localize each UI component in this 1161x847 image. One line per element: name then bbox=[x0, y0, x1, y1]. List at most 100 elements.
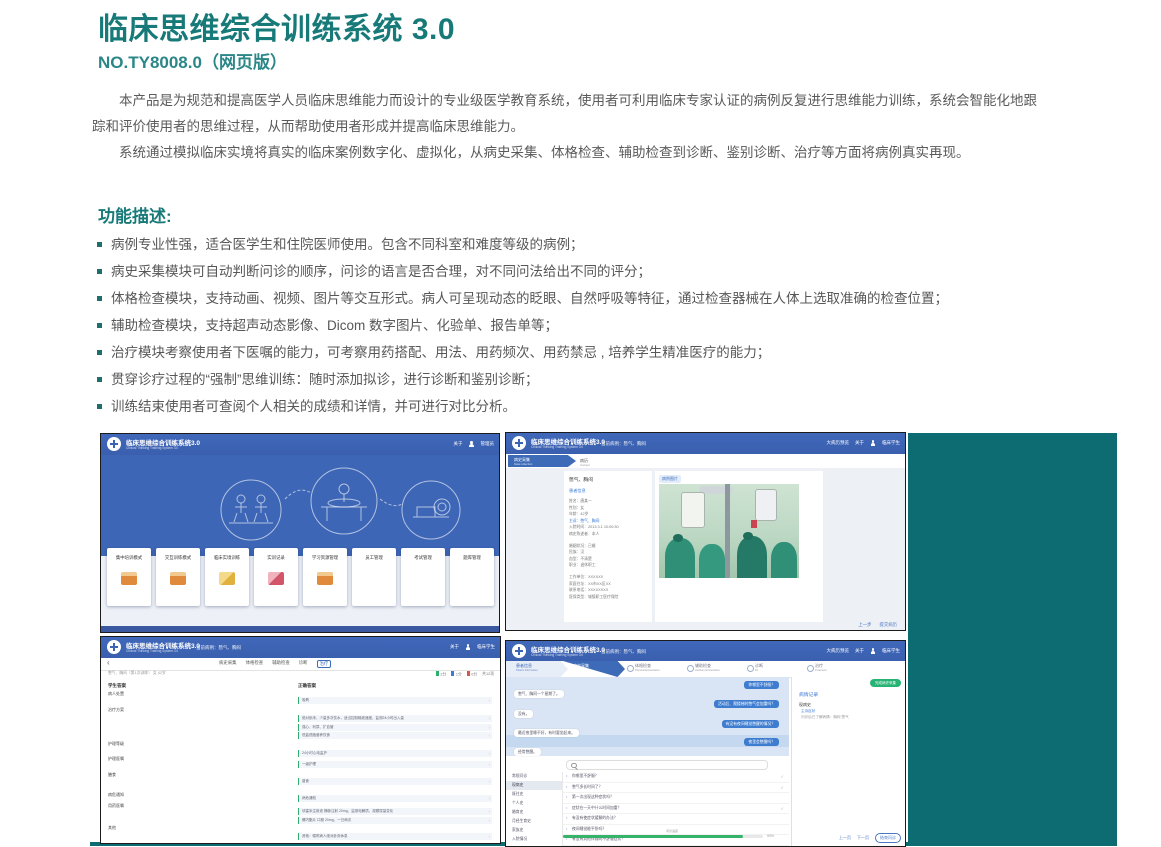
app-header: 临床思维综合训练系统3.0 Clinical Thinking Training… bbox=[101, 434, 499, 455]
answer-category: 治疗方案 bbox=[108, 707, 124, 713]
about-link[interactable]: 关于 bbox=[450, 644, 459, 650]
username[interactable]: 临床学生 bbox=[477, 644, 495, 650]
username[interactable]: 临床学生 bbox=[882, 440, 900, 446]
module-card[interactable]: 集中培训模式 bbox=[107, 548, 151, 606]
question-search-input[interactable] bbox=[566, 760, 768, 770]
breadcrumb-history-taking[interactable]: 病史采集 Data collection bbox=[508, 455, 576, 467]
doctor-bubble: 夜里会憋醒吗？ bbox=[744, 738, 779, 746]
about-link[interactable]: 关于 bbox=[855, 440, 864, 446]
feature-item: 治疗模块考察使用者下医嘱的能力，可考察用药搭配、用法、用药频次、用药禁忌 , 培… bbox=[96, 339, 948, 366]
tab-auxiliary[interactable]: 辅助检查 bbox=[272, 660, 290, 668]
menu-item[interactable]: 婚育史 bbox=[506, 808, 562, 817]
screenshot-dashboard: 临床思维综合训练系统3.0 Clinical Thinking Training… bbox=[100, 433, 500, 633]
end-inquiry-button[interactable]: 结束问诊 bbox=[875, 833, 901, 843]
question-item[interactable]: 憋气多长时间了？✓ bbox=[563, 783, 789, 794]
app-header: 临床思维综合训练系统3.0 Clinical Thinking Training… bbox=[506, 433, 905, 454]
record-item-link[interactable]: 主诉症状 bbox=[801, 709, 815, 714]
username[interactable]: 管理员 bbox=[481, 441, 495, 447]
column-header-student: 学生答案 bbox=[108, 683, 126, 689]
tab-physical[interactable]: 体格检查 bbox=[246, 660, 264, 668]
module-card-label: 员工管理 bbox=[352, 555, 396, 561]
step-history-taking-active[interactable]: 病史采集 History taking bbox=[563, 661, 625, 677]
patient-body: 憋气、胸闷 患者信息 姓名：唐某一 性别：女 年龄：42岁 主诉：憋气、胸闷 入… bbox=[506, 468, 905, 630]
module-card[interactable]: 题库管理 bbox=[450, 548, 494, 606]
answer-row[interactable]: 绝对卧床，少量多次饮水，适当控制输液速度，监测24小时出入量 bbox=[298, 715, 492, 722]
record-preview-link[interactable]: 大病历预览 bbox=[827, 440, 850, 446]
module-card[interactable]: 交互训练模式 bbox=[156, 548, 200, 606]
module-card[interactable]: 考试管理 bbox=[401, 548, 445, 606]
question-item[interactable]: 你哪里不舒服？✓ bbox=[563, 772, 789, 783]
answer-row[interactable]: 低盐低脂营养饮食 bbox=[298, 732, 492, 739]
next-page-button[interactable]: 下一页 bbox=[857, 835, 869, 841]
menu-item[interactable]: 常规问诊 bbox=[506, 772, 562, 781]
menu-item[interactable]: 既往史 bbox=[506, 790, 562, 799]
step-physical-exam[interactable]: 体格检查 Physical Examination bbox=[625, 661, 685, 677]
module-card[interactable]: 学习资源管理 bbox=[303, 548, 347, 606]
question-text: 憋气多长时间了？ bbox=[572, 785, 602, 789]
feature-item: 辅助检查模块，支持超声动态影像、Dicom 数字图片、化验单、报告单等； bbox=[96, 312, 948, 339]
step-treatment[interactable]: 治疗 Treatment bbox=[805, 661, 865, 677]
answer-row[interactable]: 普食 bbox=[298, 778, 492, 785]
feature-item: 病史采集模块可自动判断问诊的顺序，问诊的语言是否合理，对不同问法给出不同的评分； bbox=[96, 258, 948, 285]
question-item[interactable]: 症状在一天中什么时间加重？✓ bbox=[563, 804, 789, 815]
prev-step-button[interactable]: 上一步 bbox=[858, 622, 871, 628]
legend-label: 1分 bbox=[456, 673, 462, 677]
about-link[interactable]: 关于 bbox=[855, 648, 864, 654]
menu-item[interactable]: 家族史 bbox=[506, 826, 562, 835]
menu-item[interactable]: 月经生育史 bbox=[506, 817, 562, 826]
info-line: 年龄：42岁 bbox=[569, 511, 647, 518]
question-item[interactable]: 有没有使症状缓解的办法？ bbox=[563, 814, 789, 825]
user-icon bbox=[870, 440, 876, 446]
menu-item[interactable]: 个人史 bbox=[506, 799, 562, 808]
app-name-en: Clinical Thinking Training System 3.0 bbox=[531, 653, 583, 657]
book-icon bbox=[464, 572, 480, 585]
step-wizard: 患者信息 Patient Information 病史采集 History ta… bbox=[506, 661, 905, 678]
answer-row[interactable]: 螺内酯片 口服 20mg，一日两次 bbox=[298, 817, 492, 824]
score-legend: 2分 1分 0分 共12项 bbox=[436, 671, 494, 678]
patient-info-section[interactable]: 患者信息 bbox=[569, 488, 647, 494]
answer-row[interactable]: 24小时心电监护 bbox=[298, 750, 492, 757]
info-line: 民族：汉 bbox=[569, 549, 647, 556]
menu-item[interactable]: 入院情况 bbox=[506, 835, 562, 844]
clinic-illustration bbox=[101, 455, 499, 556]
answer-row[interactable]: 强心、利尿、扩血管 bbox=[298, 724, 492, 731]
answer-row[interactable]: 一级护理 bbox=[298, 761, 492, 768]
tab-treatment[interactable]: 治疗 bbox=[317, 660, 332, 668]
breadcrumb-record[interactable]: 病历 Content bbox=[580, 456, 590, 467]
intro-paragraph-2: 系统通过模拟临床实境将真实的临床案例数字化、虚拟化，从病史采集、体格检查、辅助检… bbox=[92, 140, 1040, 166]
dashboard-footer bbox=[101, 626, 499, 632]
breadcrumb-bar: 病史采集 Data collection 病历 Content bbox=[506, 454, 905, 469]
finish-history-button[interactable]: 完成病史采集 bbox=[870, 679, 901, 687]
answer-row[interactable]: 呋塞米注射液 静脉注射 20mg，监测电解质，观察尿量变化 bbox=[298, 808, 492, 815]
intro-paragraphs: 本产品是为规范和提高医学人员临床思维能力而设计的专业级医学教育系统，使用者可利用… bbox=[92, 88, 1040, 166]
answer-row[interactable]: 其他：嘱咐病人绝对卧床休息 bbox=[298, 833, 492, 840]
book-icon bbox=[268, 572, 284, 585]
step-label-en: Treatment bbox=[815, 669, 861, 672]
answer-row[interactable]: 吸氧 bbox=[298, 697, 492, 704]
app-name-en: Clinical Thinking Training System 3.0 bbox=[126, 649, 178, 653]
username[interactable]: 临床学生 bbox=[882, 648, 900, 654]
step-patient-info[interactable]: 患者信息 Patient Information bbox=[506, 661, 568, 677]
tab-diagnosis[interactable]: 诊断 bbox=[299, 660, 308, 668]
about-link[interactable]: 关于 bbox=[454, 441, 463, 447]
answer-category: 护理医嘱 bbox=[108, 756, 124, 762]
search-icon bbox=[571, 763, 577, 769]
back-icon[interactable]: ‹ bbox=[107, 658, 110, 668]
answer-row[interactable]: 病危通知 bbox=[298, 795, 492, 802]
menu-item-selected[interactable]: 现病史 bbox=[506, 781, 562, 790]
module-card[interactable]: 临床实境训练 bbox=[205, 548, 249, 606]
question-item[interactable]: 第一次出现这种症状吗？ bbox=[563, 793, 789, 804]
submit-record-button[interactable]: 提交病历 bbox=[879, 622, 897, 628]
tab-history[interactable]: 病史采集 bbox=[219, 660, 237, 668]
user-icon bbox=[465, 644, 471, 650]
step-diagnosis[interactable]: 诊断 Dx bbox=[745, 661, 805, 677]
prev-page-button[interactable]: 上一页 bbox=[839, 835, 851, 841]
features-heading: 功能描述: bbox=[98, 202, 172, 227]
check-icon: ✓ bbox=[781, 772, 784, 782]
app-name-en: Clinical Thinking Training System 3.0 bbox=[126, 446, 178, 450]
step-auxiliary-exam[interactable]: 辅助检查 Auxiliary Examination bbox=[685, 661, 745, 677]
module-card[interactable]: 实训记录 bbox=[254, 548, 298, 606]
record-preview-link[interactable]: 大病历预览 bbox=[827, 648, 850, 654]
user-icon bbox=[469, 441, 475, 447]
module-card[interactable]: 员工管理 bbox=[352, 548, 396, 606]
